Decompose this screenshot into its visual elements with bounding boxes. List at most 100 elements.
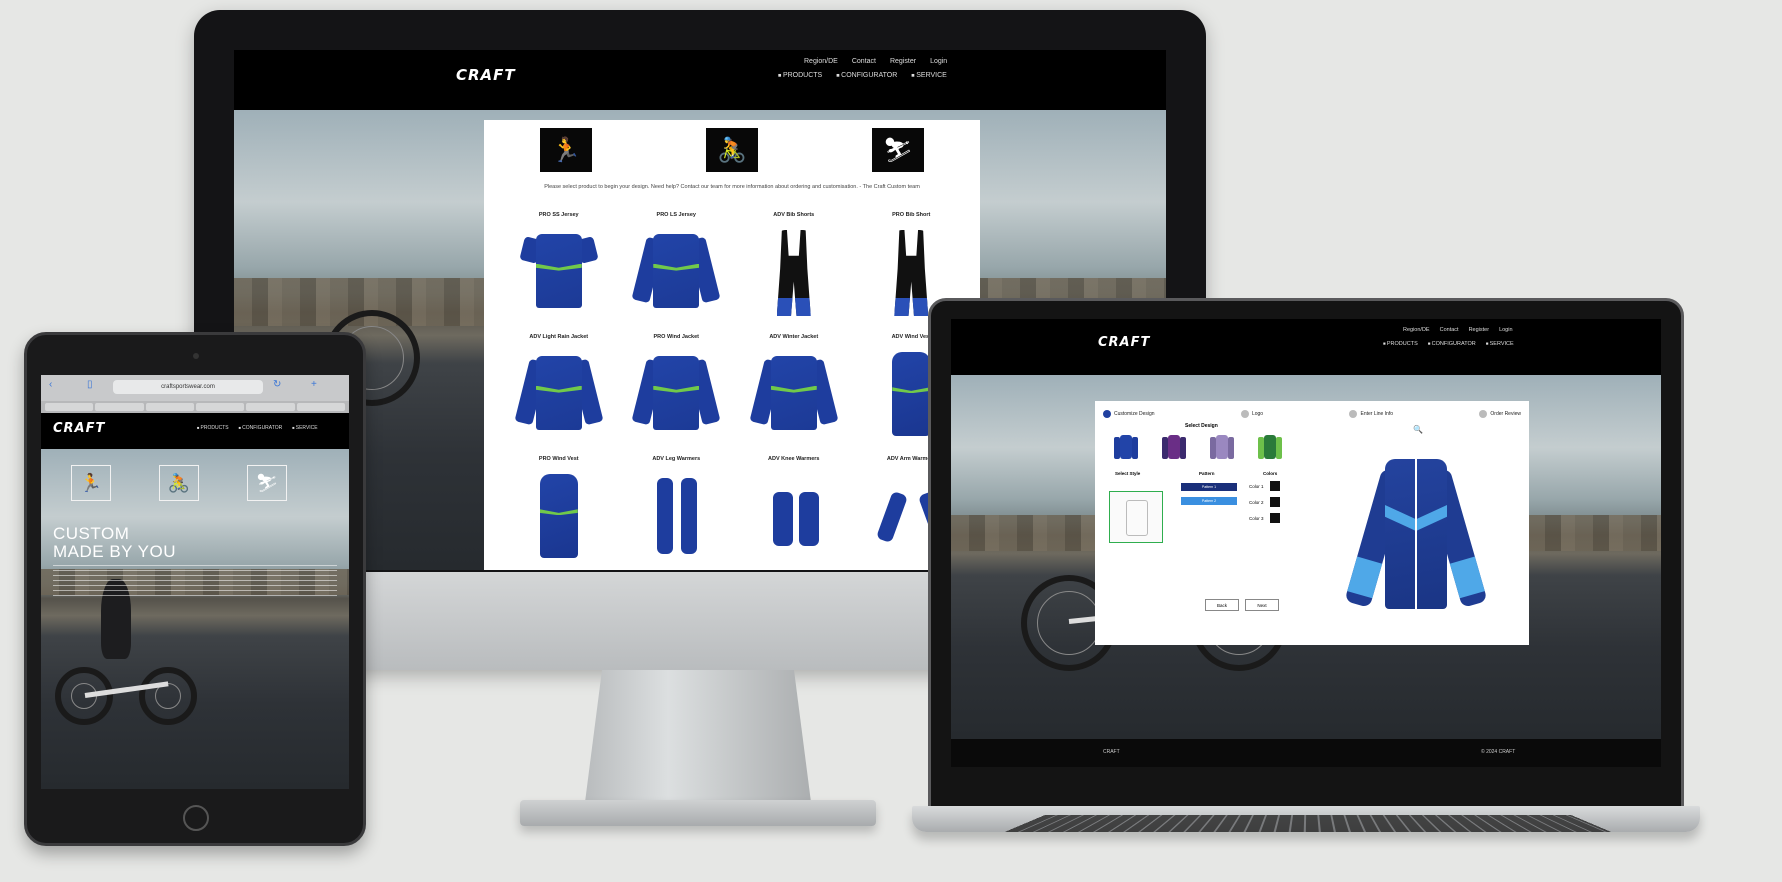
register-link[interactable]: Register (890, 58, 916, 65)
hero-paragraph (53, 565, 337, 599)
zoom-icon[interactable]: 🔍 (1413, 425, 1423, 434)
design-option[interactable] (1257, 433, 1283, 461)
product-label[interactable]: ADV Winter Jacket (735, 334, 853, 340)
imac-stand (584, 670, 812, 810)
footer-logo: CRAFT (1103, 749, 1120, 755)
cycling-icon[interactable]: 🚴 (159, 465, 199, 501)
short-sleeve-jersey-image[interactable] (514, 224, 604, 320)
step-order-review[interactable]: Order Review (1479, 407, 1521, 421)
macbook-screen: CRAFT Region/DE Contact Register Login P… (951, 319, 1661, 767)
nav-service[interactable]: SERVICE (292, 425, 318, 431)
grid-row-labels-3: PRO Wind Vest ADV Leg Warmers ADV Knee W… (500, 456, 970, 462)
top-nav-links: Region/DE Contact Register Login (1403, 327, 1513, 333)
back-icon[interactable]: ‹ (49, 379, 52, 390)
step-line-info[interactable]: Enter Line Info (1349, 407, 1393, 421)
browser-tab[interactable] (145, 403, 194, 411)
rain-jacket-image[interactable] (514, 346, 604, 442)
browser-tab[interactable] (45, 403, 94, 411)
running-icon[interactable]: 🏃 (540, 128, 592, 172)
contact-link[interactable]: Contact (1440, 327, 1459, 333)
back-button[interactable]: Back (1205, 599, 1239, 611)
knee-warmers-image[interactable] (749, 468, 839, 564)
ipad-device: ‹ ▯ craftsportswear.com ↻ + CRAFT PRODUC… (24, 332, 366, 846)
product-label[interactable]: PRO LS Jersey (618, 212, 736, 218)
cycling-icon[interactable]: 🚴 (706, 128, 758, 172)
color-row-1: Color 1 (1249, 481, 1280, 491)
color-swatch[interactable] (1269, 481, 1280, 491)
nav-configurator[interactable]: CONFIGURATOR (836, 72, 897, 79)
imac-foot (520, 800, 876, 826)
ipad-screen: ‹ ▯ craftsportswear.com ↻ + CRAFT PRODUC… (41, 375, 349, 789)
product-nav: PRODUCTS CONFIGURATOR SERVICE (197, 425, 318, 431)
home-button[interactable] (183, 805, 209, 831)
wind-jacket-image[interactable] (631, 346, 721, 442)
nav-products[interactable]: PRODUCTS (1383, 341, 1418, 347)
leg-warmers-image[interactable] (631, 468, 721, 564)
site-footer: CRAFT © 2024 CRAFT (951, 739, 1661, 767)
pattern-option-2[interactable]: Pattern 2 (1181, 497, 1237, 505)
product-label[interactable]: PRO Wind Jacket (618, 334, 736, 340)
product-label[interactable]: PRO Bib Short (853, 212, 971, 218)
winter-jacket-image[interactable] (749, 346, 839, 442)
login-link[interactable]: Login (930, 58, 947, 65)
cross-country-ski-icon[interactable]: ⛷ (247, 465, 287, 501)
product-label[interactable]: PRO Wind Vest (500, 456, 618, 462)
pattern-column-title: Pattern (1199, 471, 1215, 476)
color-label: Color 2 (1249, 499, 1264, 505)
design-option[interactable] (1209, 433, 1235, 461)
nav-products[interactable]: PRODUCTS (778, 72, 822, 79)
reload-icon[interactable]: ↻ (273, 379, 281, 390)
color-label: Color 3 (1249, 515, 1264, 521)
address-bar[interactable]: craftsportswear.com (113, 380, 263, 394)
product-label[interactable]: ADV Knee Warmers (735, 456, 853, 462)
color-swatch[interactable] (1269, 497, 1280, 507)
bib-shorts-image[interactable] (749, 224, 839, 320)
pattern-option-1[interactable]: Pattern 1 (1181, 483, 1237, 491)
pro-vest-image[interactable] (514, 468, 604, 564)
craft-logo[interactable]: CRAFT (1098, 335, 1150, 350)
step-customize[interactable]: Customize Design (1103, 407, 1155, 421)
product-row-2 (500, 346, 970, 442)
browser-tab[interactable] (195, 403, 245, 411)
color-row-3: Color 3 (1249, 513, 1280, 523)
product-label[interactable]: PRO SS Jersey (500, 212, 618, 218)
next-button[interactable]: Next (1245, 599, 1279, 611)
register-link[interactable]: Register (1469, 327, 1489, 333)
step-logo[interactable]: Logo (1241, 407, 1263, 421)
cross-country-ski-icon[interactable]: ⛷ (872, 128, 924, 172)
product-label[interactable]: ADV Leg Warmers (618, 456, 736, 462)
nav-service[interactable]: SERVICE (911, 72, 947, 79)
colors-column-title: Colors (1263, 471, 1278, 476)
nav-configurator[interactable]: CONFIGURATOR (1428, 341, 1476, 347)
sport-tiles: 🏃 🚴 ⛷ (484, 128, 980, 172)
long-sleeve-jersey-image[interactable] (631, 224, 721, 320)
browser-toolbar: ‹ ▯ craftsportswear.com ↻ + (41, 375, 349, 401)
region-link[interactable]: Region/DE (1403, 327, 1430, 333)
progress-steps: Customize Design Logo Enter Line Info Or… (1103, 407, 1521, 421)
select-design-title: Select Design (1185, 423, 1218, 429)
craft-logo[interactable]: CRAFT (53, 421, 105, 436)
bookmarks-icon[interactable]: ▯ (87, 379, 93, 390)
selected-style-preview[interactable] (1109, 491, 1163, 543)
grid-row-labels-2: ADV Light Rain Jacket PRO Wind Jacket AD… (500, 334, 970, 340)
product-label[interactable]: ADV Bib Shorts (735, 212, 853, 218)
design-option[interactable] (1161, 433, 1187, 461)
craft-logo[interactable]: CRAFT (456, 66, 516, 84)
running-icon[interactable]: 🏃 (71, 465, 111, 501)
region-link[interactable]: Region/DE (804, 58, 838, 65)
product-label[interactable]: ADV Light Rain Jacket (500, 334, 618, 340)
site-header: CRAFT Region/DE Contact Register Login P… (234, 50, 1166, 110)
browser-tab[interactable] (246, 403, 295, 411)
login-link[interactable]: Login (1499, 327, 1512, 333)
new-tab-icon[interactable]: + (311, 379, 317, 390)
step-navigation: Back Next (1205, 599, 1279, 611)
nav-service[interactable]: SERVICE (1486, 341, 1514, 347)
nav-products[interactable]: PRODUCTS (197, 425, 229, 431)
product-nav: PRODUCTS CONFIGURATOR SERVICE (1383, 341, 1514, 347)
color-swatch[interactable] (1269, 513, 1280, 523)
nav-configurator[interactable]: CONFIGURATOR (239, 425, 282, 431)
contact-link[interactable]: Contact (852, 58, 876, 65)
design-option[interactable] (1113, 433, 1139, 461)
browser-tab[interactable] (296, 403, 345, 411)
browser-tab[interactable] (95, 403, 144, 411)
